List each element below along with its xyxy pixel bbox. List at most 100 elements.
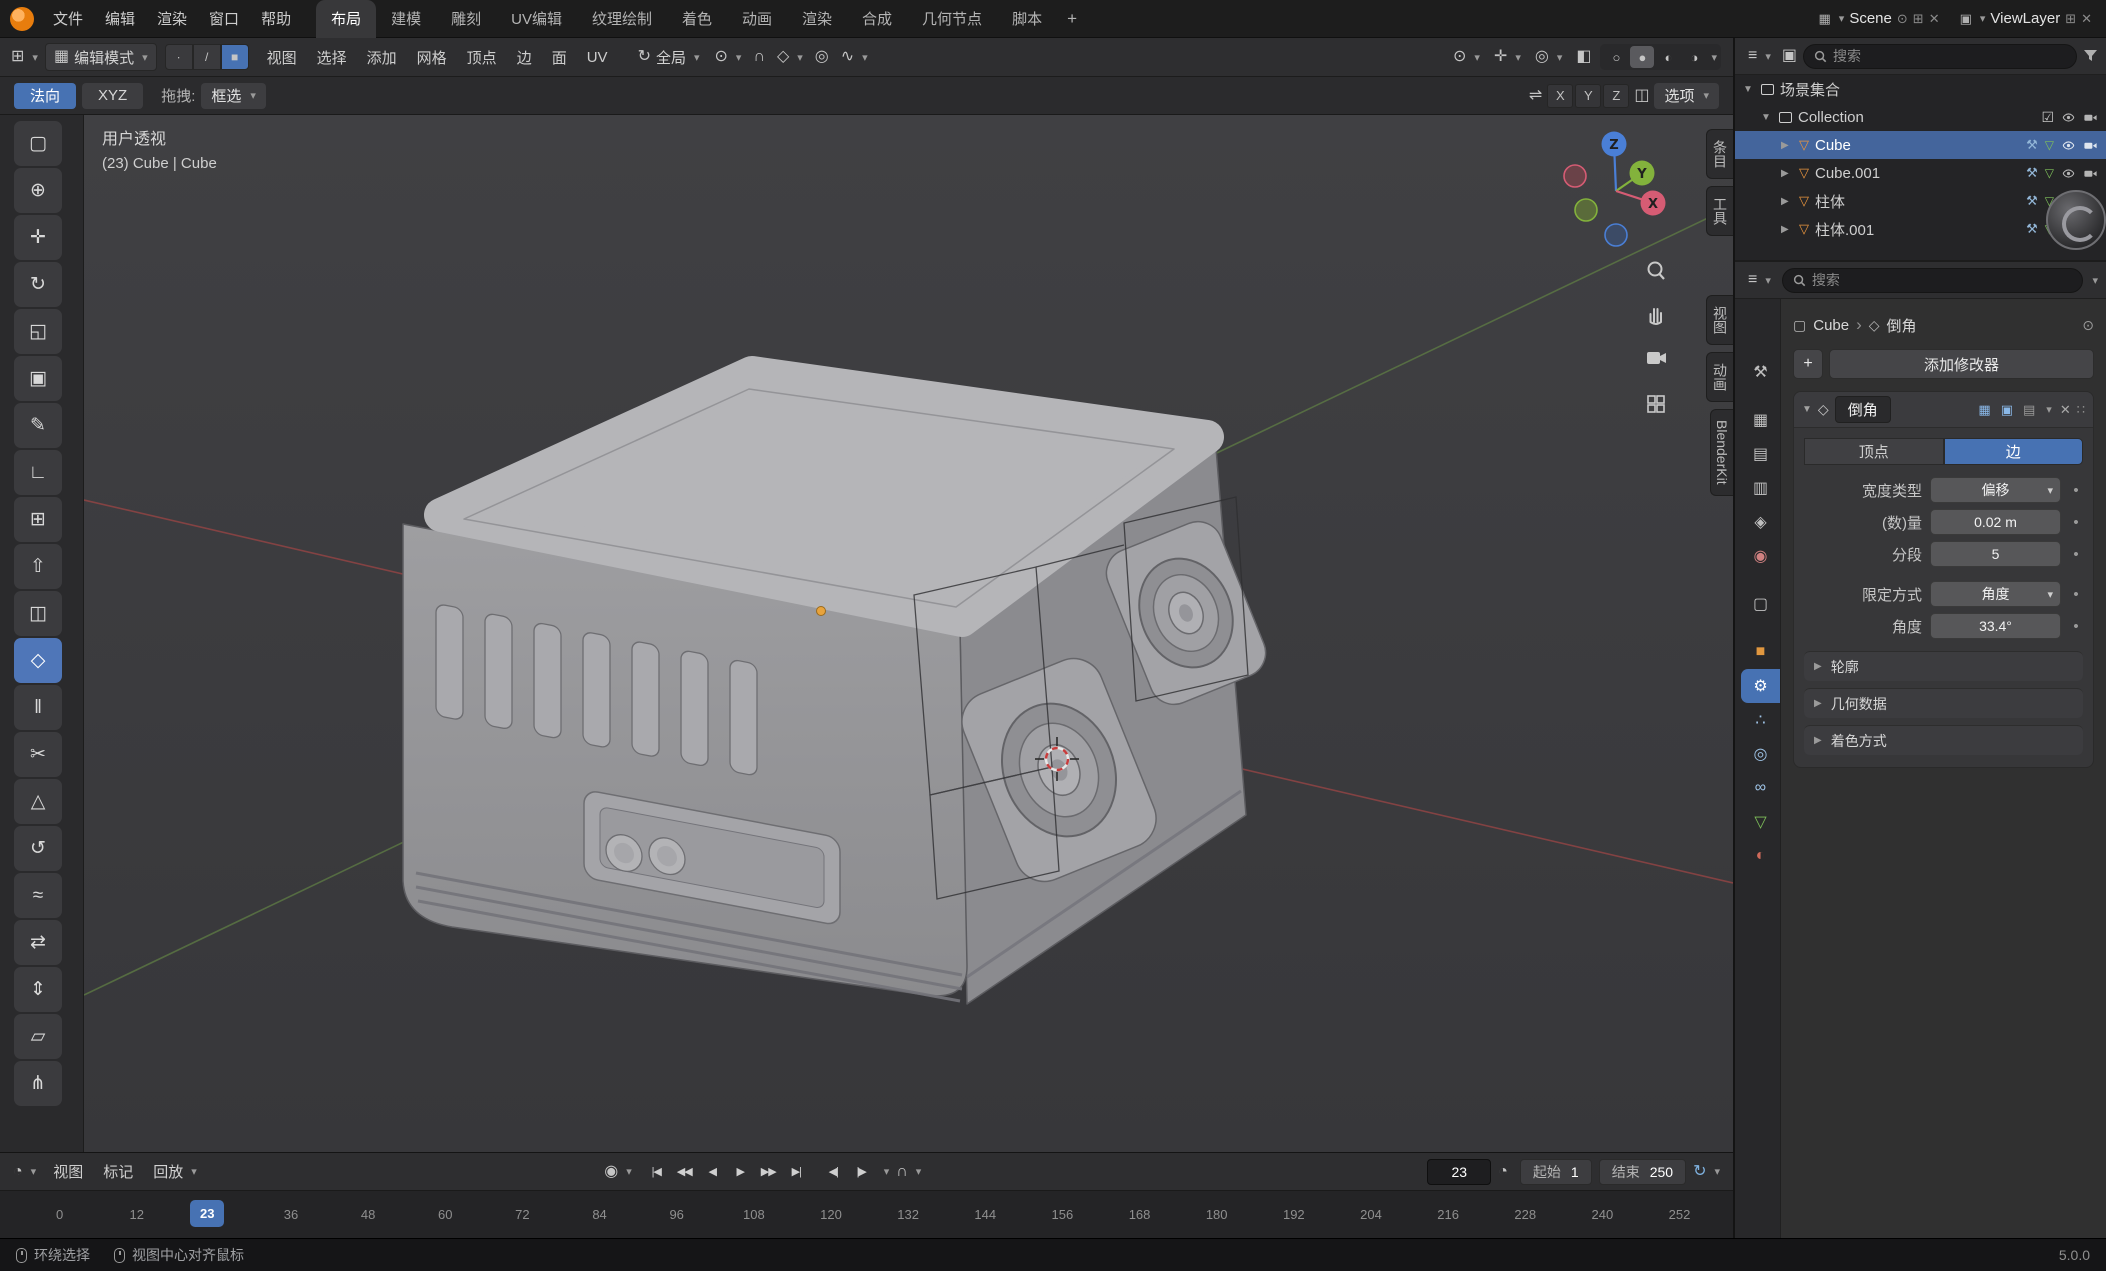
axis-x-negative-ball[interactable] (1564, 165, 1586, 187)
vertex-select-button[interactable]: ∙ (165, 44, 193, 70)
tool-measure[interactable]: ∟ (14, 450, 62, 495)
shading-solid-button[interactable]: ● (1630, 46, 1654, 68)
viewport-menu-item[interactable]: UV (577, 38, 618, 77)
tool-rotate[interactable]: ↻ (14, 262, 62, 307)
view-layer-selector[interactable]: ▣ ▾ ViewLayer ⊞ ✕ (1960, 10, 2092, 27)
modifier-indicator-icon[interactable]: ⚒ (2026, 137, 2038, 153)
drag-handle-icon[interactable]: ∷ (2077, 402, 2085, 418)
eye-icon[interactable] (2061, 166, 2076, 181)
workspace-tab[interactable]: 布局 (316, 0, 376, 38)
tab-object[interactable]: ■ (1741, 635, 1780, 669)
snap-toggle[interactable]: ∩ (748, 46, 770, 68)
mode-selector[interactable]: ▦ 编辑模式 ▾ (45, 43, 157, 71)
remove-view-layer-icon[interactable]: ✕ (2081, 11, 2092, 27)
outliner-editor-type-button[interactable]: ≡ ▾ (1743, 45, 1776, 67)
affect-tab[interactable]: 边 (1944, 438, 2084, 465)
chevron-down-icon[interactable]: ▾ (2092, 274, 2098, 287)
shading-wireframe-button[interactable]: ○ (1604, 46, 1628, 68)
mirror-axis-toggle[interactable]: Z (1603, 84, 1629, 108)
display-mode-icon[interactable]: ▣ (1782, 48, 1797, 64)
viewport-menu-item[interactable]: 边 (507, 38, 542, 77)
mesh-data-icon[interactable]: ▽ (2045, 138, 2054, 152)
face-select-button[interactable]: ■ (221, 44, 249, 70)
outliner-row-collection[interactable]: ▼ Collection ☑ (1735, 103, 2106, 131)
tool-loop-cut[interactable]: ‖ (14, 685, 62, 730)
filter-icon[interactable] (2083, 49, 2098, 63)
orientation-normal-button[interactable]: 法向 (14, 83, 76, 109)
modifier-extras-dropdown-icon[interactable]: ▾ (2046, 403, 2052, 416)
viewport-menu-item[interactable]: 视图 (257, 38, 307, 77)
eye-icon[interactable] (2061, 110, 2076, 125)
collection-checkbox[interactable]: ☑ (2041, 109, 2054, 126)
editor-type-button[interactable]: ⊞ ▾ (6, 46, 43, 68)
step-back-button[interactable]: ◀| (820, 1159, 847, 1185)
collapse-icon[interactable]: ▼ (1802, 404, 1812, 415)
workspace-tab[interactable]: 脚本 (997, 0, 1057, 38)
tool-transform[interactable]: ▣ (14, 356, 62, 401)
properties-editor-type-button[interactable]: ≡ ▾ (1743, 269, 1776, 291)
mesh-data-icon[interactable]: ▽ (2045, 166, 2054, 180)
tool-edge-slide[interactable]: ⇄ (14, 920, 62, 965)
tab-constraints[interactable]: ∞ (1741, 771, 1780, 805)
workspace-tab[interactable]: 纹理绘制 (577, 0, 667, 38)
tab-output[interactable]: ▤ (1741, 437, 1780, 471)
tab-tool[interactable]: ⚒ (1741, 355, 1780, 389)
add-modifier-button[interactable]: 添加修改器 (1829, 349, 2094, 379)
sidebar-tab[interactable]: 条目 (1706, 129, 1733, 179)
chevron-down-icon[interactable]: ▾ (884, 1165, 890, 1178)
blenderkit-button[interactable] (2046, 190, 2106, 250)
tool-cursor[interactable]: ⊕ (14, 168, 62, 213)
close-icon[interactable]: ✕ (2060, 402, 2071, 418)
modifier-name-field[interactable]: 倒角 (1835, 396, 1891, 423)
current-frame-field[interactable]: 23 (1427, 1159, 1491, 1185)
animate-dot[interactable]: • (2069, 546, 2083, 563)
camera-icon[interactable] (2083, 138, 2098, 153)
timeline-menu-item[interactable]: 标记 (93, 1152, 143, 1191)
mirror-axis-toggle[interactable]: X (1547, 84, 1573, 108)
outliner-search[interactable] (1803, 44, 2077, 69)
add-modifier-plus-button[interactable]: + (1793, 349, 1823, 379)
show-overlays-dropdown[interactable]: ◎ ▾ (1530, 46, 1568, 68)
viewport-menu-item[interactable]: 顶点 (457, 38, 507, 77)
blender-logo-icon[interactable] (10, 7, 34, 31)
drag-mode-dropdown[interactable]: 框选 ▾ (201, 83, 266, 109)
timeline-menu-item[interactable]: 视图 (43, 1152, 93, 1191)
workspace-tab[interactable]: 合成 (847, 0, 907, 38)
frame-start-field[interactable]: 起始 1 (1520, 1159, 1592, 1185)
tool-inset-faces[interactable]: ◫ (14, 591, 62, 636)
menubar-item[interactable]: 帮助 (250, 0, 302, 38)
tool-select-box[interactable]: ▢ (14, 121, 62, 166)
menubar-item[interactable]: 窗口 (198, 0, 250, 38)
axis-z-negative-ball[interactable] (1605, 224, 1627, 246)
properties-search-input[interactable] (1812, 272, 2073, 288)
tool-shrink-fatten[interactable]: ⇕ (14, 967, 62, 1012)
viewport-menu-item[interactable]: 网格 (407, 38, 457, 77)
pin-icon[interactable]: ⊙ (1897, 11, 1908, 27)
new-view-layer-icon[interactable]: ⊞ (2065, 11, 2076, 27)
sidebar-tab[interactable]: 视图 (1706, 295, 1733, 345)
snap-playhead-toggle[interactable]: ∩ ▾ (891, 1161, 926, 1183)
menubar-item[interactable]: 文件 (42, 0, 94, 38)
outliner-row-cube-001[interactable]: ▶ ▽ Cube.001 ⚒ ▽ (1735, 159, 2106, 187)
mirror-axis-toggle[interactable]: Y (1575, 84, 1601, 108)
proportional-editing-toggle[interactable]: ◎ (810, 46, 834, 68)
modifier-indicator-icon[interactable]: ⚒ (2026, 165, 2038, 181)
segments-field[interactable]: 5 (1930, 541, 2061, 567)
tab-physics[interactable]: ◎ (1741, 737, 1780, 771)
amount-field[interactable]: 0.02 m (1930, 509, 2061, 535)
expand-icon[interactable]: ▶ (1781, 140, 1793, 151)
menubar-item[interactable]: 编辑 (94, 0, 146, 38)
display-realtime-toggle[interactable]: ▣ (1999, 402, 2015, 418)
show-gizmo-dropdown[interactable]: ✛ ▾ (1489, 46, 1526, 68)
animate-dot[interactable]: • (2069, 618, 2083, 635)
workspace-tab[interactable]: 建模 (376, 0, 436, 38)
tool-add-cube[interactable]: ⊞ (14, 497, 62, 542)
tool-extrude-region[interactable]: ⇧ (14, 544, 62, 589)
sidebar-tab[interactable]: 动画 (1706, 352, 1733, 402)
orientation-xyz-button[interactable]: XYZ (82, 83, 143, 109)
playback-menu[interactable]: 回放 ▾ (145, 1158, 205, 1185)
tool-rip-region[interactable]: ⋔ (14, 1061, 62, 1106)
preview-range-toggle[interactable]: ◔ (1493, 1161, 1513, 1183)
expand-icon[interactable]: ▼ (1743, 84, 1755, 95)
tab-modifiers[interactable]: ⚙ (1741, 669, 1780, 703)
